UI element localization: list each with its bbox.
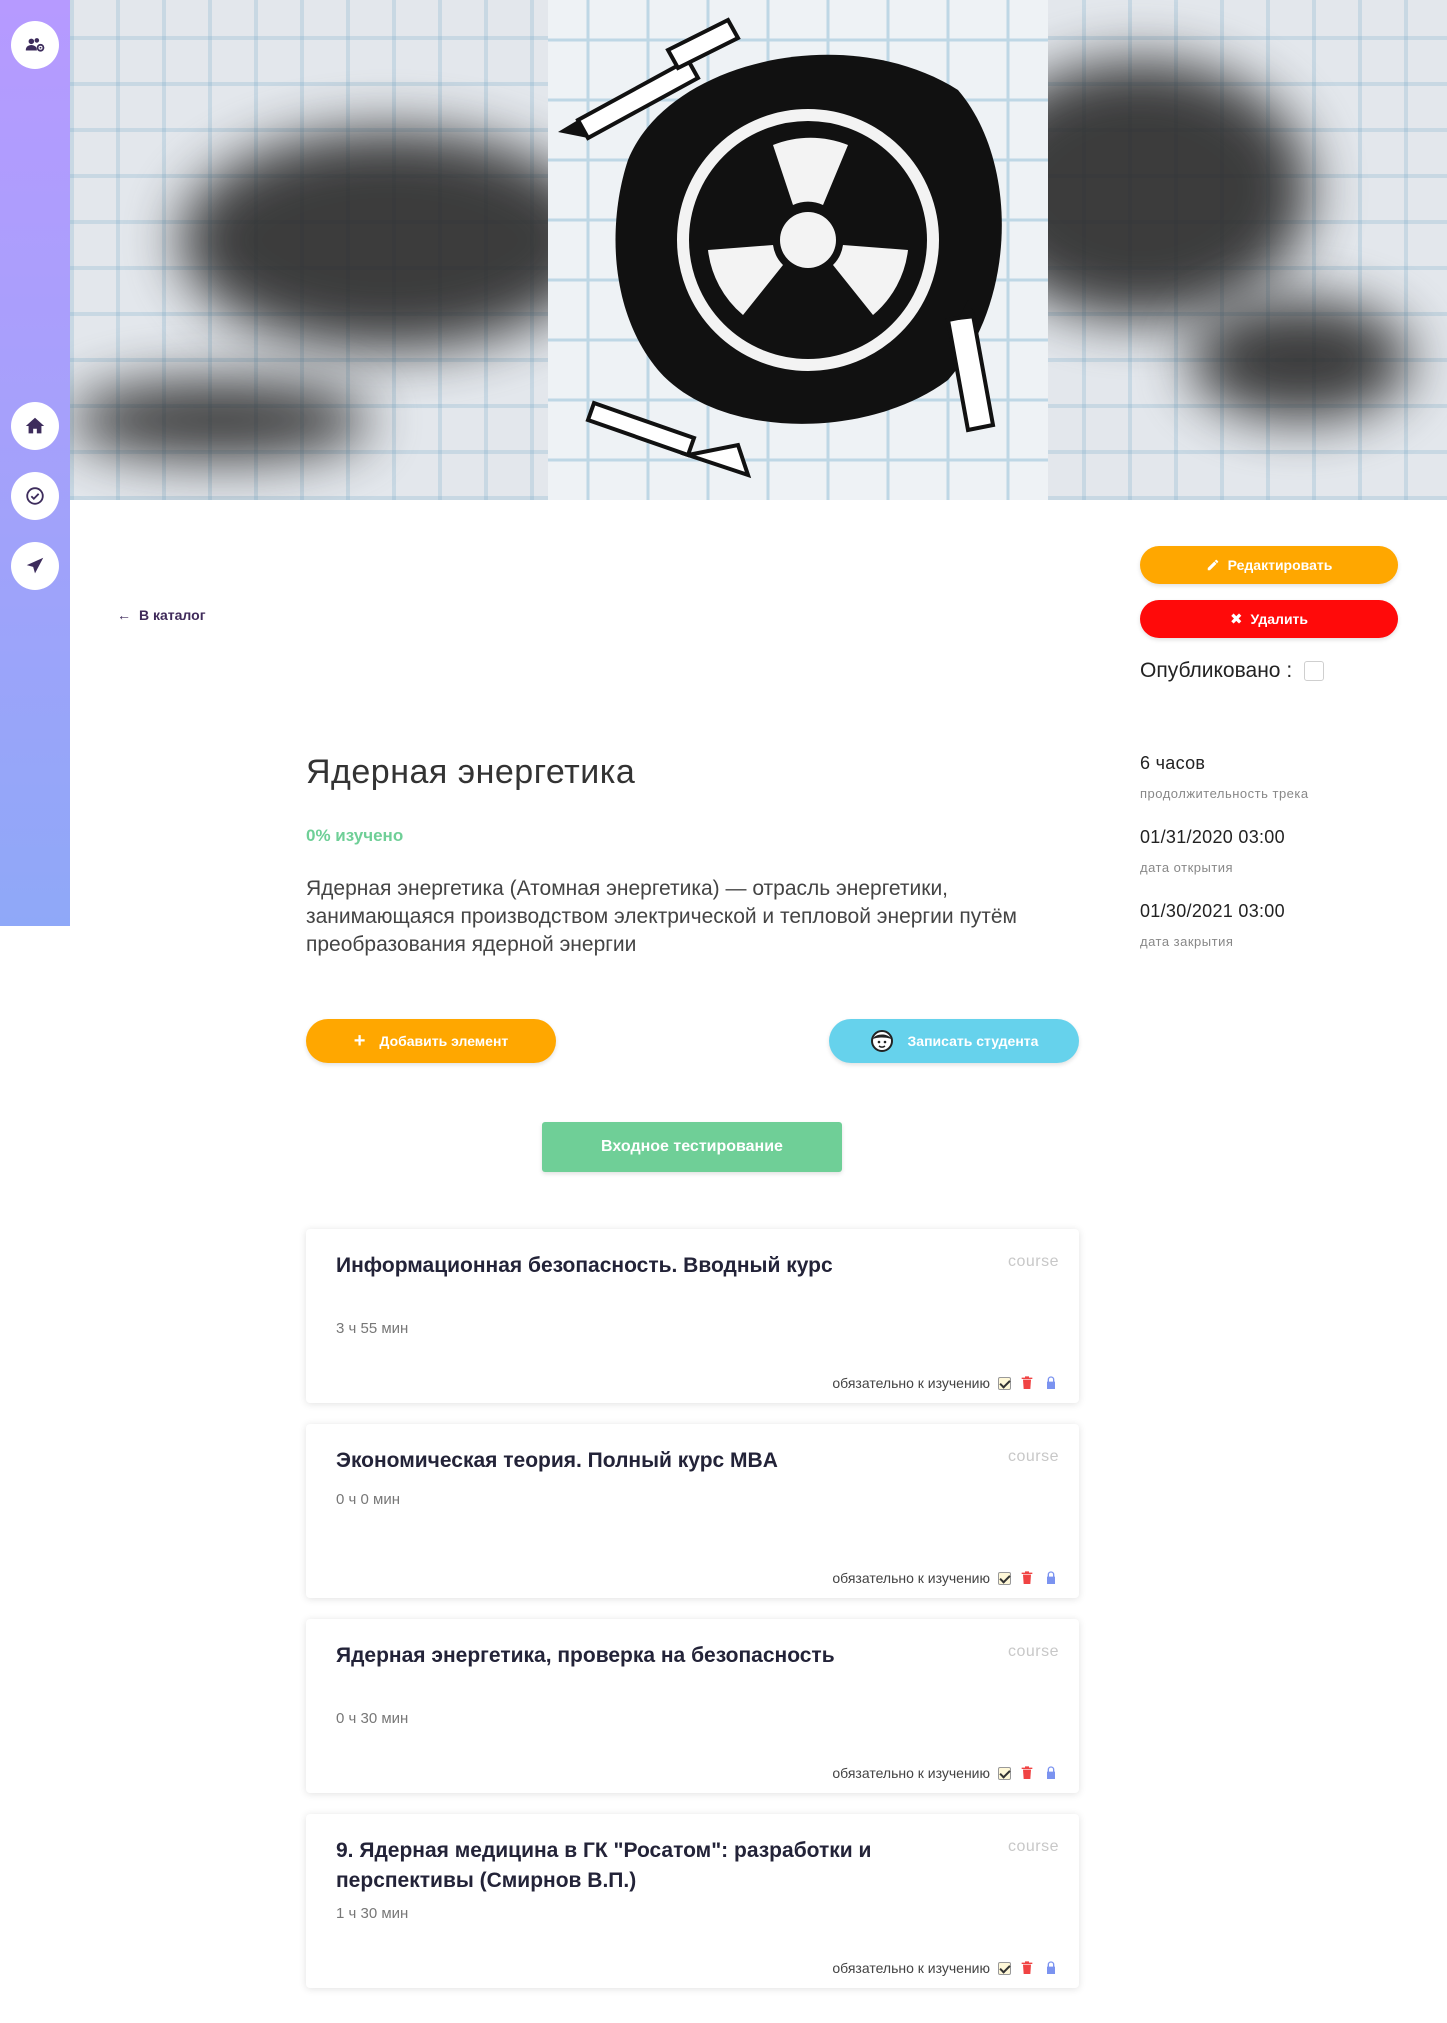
course-footer: обязательно к изучению xyxy=(832,1960,1059,1976)
course-title: 9. Ядерная медицина в ГК "Росатом": разр… xyxy=(336,1839,872,1892)
course-card[interactable]: Ядерная энергетика, проверка на безопасн… xyxy=(306,1619,1079,1793)
course-footer: обязательно к изучению xyxy=(832,1765,1059,1781)
required-label: обязательно к изучению xyxy=(832,1375,990,1391)
course-title: Ядерная энергетика, проверка на безопасн… xyxy=(336,1644,835,1667)
trash-icon[interactable] xyxy=(1019,1960,1035,1976)
open-date-value: 01/31/2020 03:00 xyxy=(1140,827,1285,847)
page-title: Ядерная энергетика xyxy=(306,753,636,791)
close-date-meta: 01/30/2021 03:00 дата закрытия xyxy=(1140,901,1285,949)
lock-icon[interactable] xyxy=(1043,1765,1059,1781)
users-settings-icon xyxy=(25,38,45,52)
course-card[interactable]: 9. Ядерная медицина в ГК "Росатом": разр… xyxy=(306,1814,1079,1988)
pencil-icon xyxy=(1207,559,1218,571)
track-description: Ядерная энергетика (Атомная энергетика) … xyxy=(306,877,1017,956)
back-link-label: В каталог xyxy=(139,607,206,623)
entry-test-label: Входное тестирование xyxy=(601,1138,783,1155)
enroll-student-label: Записать студента xyxy=(907,1033,1039,1049)
plus-icon: + xyxy=(353,1030,366,1052)
progress-text: 0% изучено xyxy=(306,826,404,845)
arrow-left-icon: ← xyxy=(117,607,131,623)
close-date-label: дата закрытия xyxy=(1140,934,1234,949)
navigation-arrow-icon xyxy=(26,557,44,574)
required-checkbox[interactable] xyxy=(998,1766,1011,1780)
add-element-button[interactable]: + Добавить элемент xyxy=(306,1019,556,1063)
course-duration: 3 ч 55 мин xyxy=(336,1320,409,1337)
duration-label: продолжительность трека xyxy=(1140,786,1309,801)
required-checkbox[interactable] xyxy=(998,1376,1011,1390)
edit-button[interactable]: Редактировать xyxy=(1140,546,1398,584)
course-card[interactable]: Экономическая теория. Полный курс MBA co… xyxy=(306,1424,1079,1598)
add-element-label: Добавить элемент xyxy=(379,1033,509,1049)
published-label: Опубликовано : xyxy=(1140,659,1293,682)
trash-icon[interactable] xyxy=(1019,1375,1035,1391)
course-type: course xyxy=(1007,1448,1059,1465)
course-duration: 0 ч 0 мин xyxy=(336,1491,400,1508)
close-date-value: 01/30/2021 03:00 xyxy=(1140,901,1285,921)
delete-button[interactable]: ✖ Удалить xyxy=(1140,600,1398,638)
users-settings-button[interactable] xyxy=(11,21,59,69)
course-duration: 1 ч 30 мин xyxy=(336,1905,409,1922)
required-label: обязательно к изучению xyxy=(832,1765,990,1781)
course-type: course xyxy=(1007,1838,1059,1855)
open-date-label: дата открытия xyxy=(1140,860,1234,875)
navigation-button[interactable] xyxy=(11,542,59,590)
home-button[interactable] xyxy=(11,402,59,450)
lock-icon[interactable] xyxy=(1043,1960,1059,1976)
student-icon xyxy=(870,1030,893,1052)
course-footer: обязательно к изучению xyxy=(832,1570,1059,1586)
close-icon: ✖ xyxy=(1229,611,1243,628)
duration-meta: 6 часов продолжительность трека xyxy=(1140,753,1309,801)
course-type: course xyxy=(1007,1253,1059,1270)
required-label: обязательно к изучению xyxy=(832,1570,990,1586)
delete-button-label: Удалить xyxy=(1250,611,1309,627)
enroll-student-button[interactable]: Записать студента xyxy=(829,1019,1079,1063)
published-checkbox[interactable] xyxy=(1304,661,1325,681)
sidebar xyxy=(0,0,70,926)
hero-image-radiation xyxy=(548,0,1048,500)
course-type: course xyxy=(1007,1643,1059,1660)
published-toggle: Опубликовано : xyxy=(1140,659,1325,683)
trash-icon[interactable] xyxy=(1019,1570,1035,1586)
edit-button-label: Редактировать xyxy=(1227,557,1333,573)
lock-icon[interactable] xyxy=(1043,1375,1059,1391)
trash-icon[interactable] xyxy=(1019,1765,1035,1781)
back-to-catalog-link[interactable]: ← В каталог xyxy=(117,607,206,623)
course-footer: обязательно к изучению xyxy=(832,1375,1059,1391)
check-button[interactable] xyxy=(11,472,59,520)
course-title: Экономическая теория. Полный курс MBA xyxy=(336,1449,778,1472)
duration-value: 6 часов xyxy=(1140,753,1206,773)
lock-icon[interactable] xyxy=(1043,1570,1059,1586)
required-checkbox[interactable] xyxy=(998,1571,1011,1585)
hero-banner xyxy=(70,0,1447,500)
home-icon xyxy=(25,417,45,434)
open-date-meta: 01/31/2020 03:00 дата открытия xyxy=(1140,827,1285,875)
course-duration: 0 ч 30 мин xyxy=(336,1710,409,1727)
course-card[interactable]: Информационная безопасность. Вводный кур… xyxy=(306,1229,1079,1403)
required-label: обязательно к изучению xyxy=(832,1960,990,1976)
entry-test-button[interactable]: Входное тестирование xyxy=(542,1122,842,1172)
course-title: Информационная безопасность. Вводный кур… xyxy=(336,1254,833,1277)
check-circle-icon xyxy=(26,487,44,505)
required-checkbox[interactable] xyxy=(998,1961,1011,1975)
